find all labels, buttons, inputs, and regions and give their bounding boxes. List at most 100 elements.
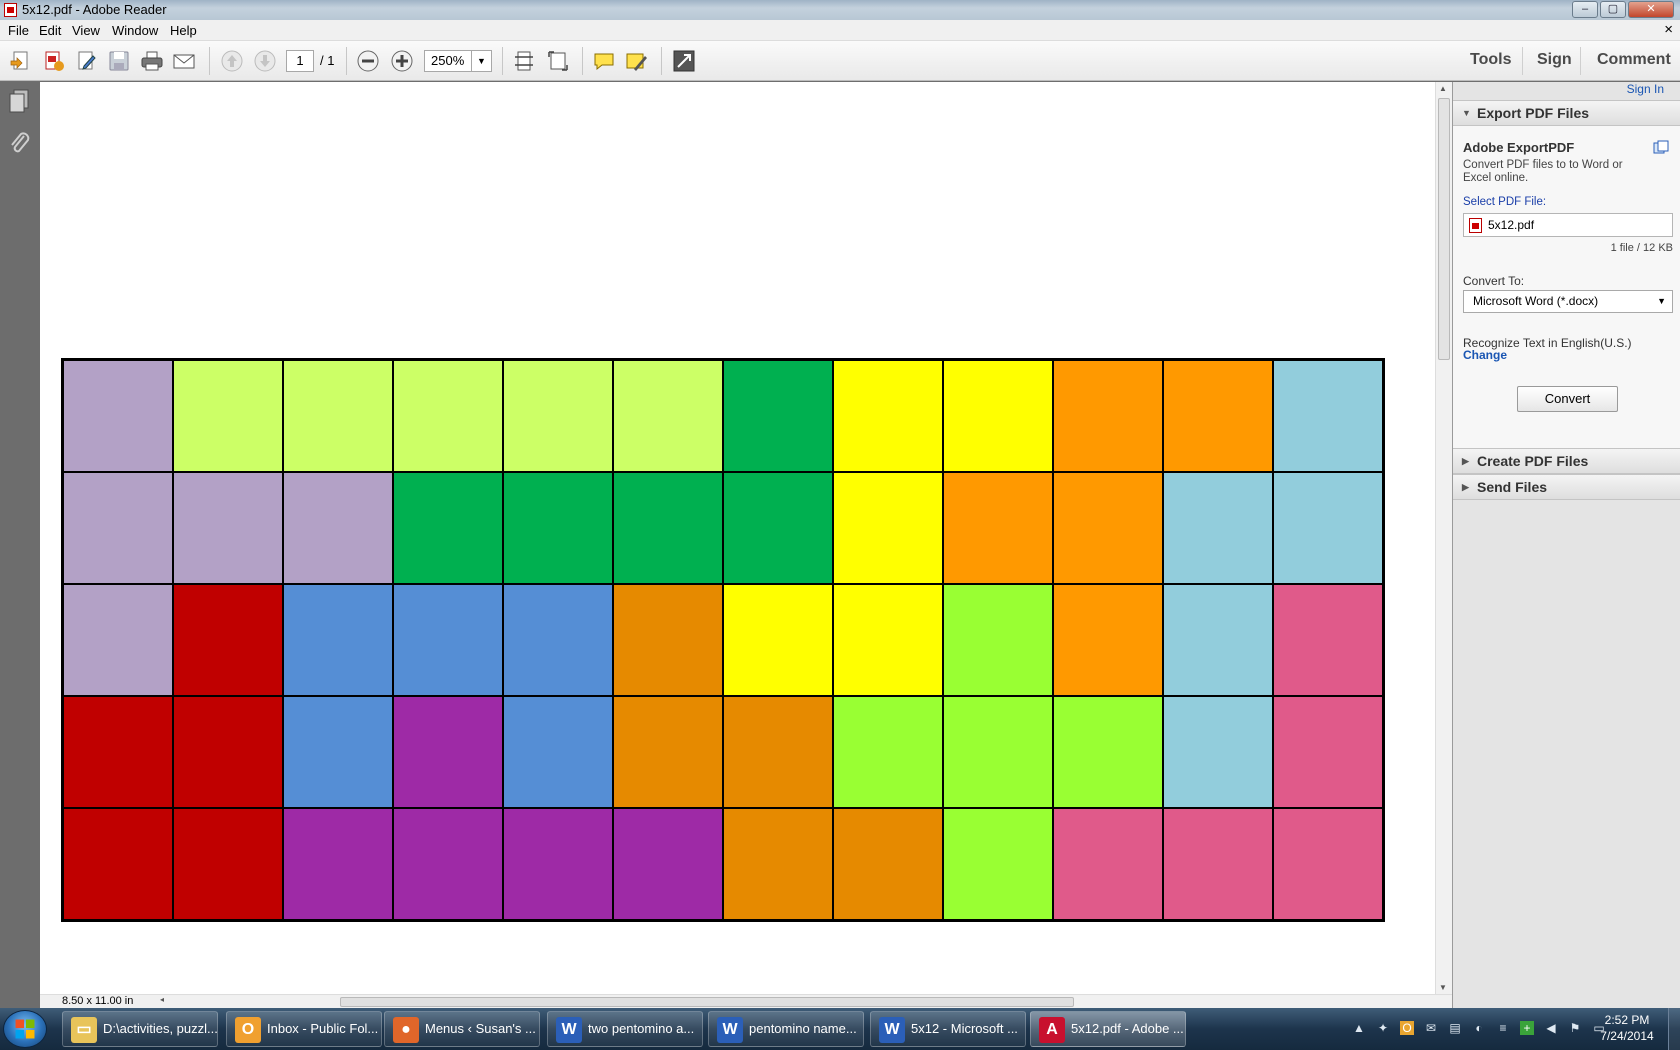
grid-cell bbox=[943, 808, 1053, 920]
scroll-up-arrow-icon[interactable]: ▲ bbox=[1439, 84, 1447, 93]
taskbar-button[interactable]: Wtwo pentomino a... bbox=[547, 1011, 703, 1047]
grid-cell bbox=[1273, 360, 1383, 472]
zoom-level-select[interactable]: 250% ▼ bbox=[424, 50, 492, 72]
create-pdf-icon[interactable] bbox=[9, 49, 33, 73]
export-pdf-description: Convert PDF files to to Word or Excel on… bbox=[1463, 159, 1623, 184]
start-button[interactable] bbox=[3, 1010, 47, 1048]
comment-icon[interactable] bbox=[592, 49, 616, 73]
menu-view[interactable]: View bbox=[72, 23, 100, 38]
toolbar-separator bbox=[1522, 47, 1523, 75]
tray-action-center-icon[interactable]: ⚑ bbox=[1568, 1021, 1582, 1035]
next-page-icon[interactable] bbox=[253, 49, 277, 73]
tray-network-icon[interactable]: ▲ bbox=[1352, 1021, 1366, 1035]
previous-page-icon[interactable] bbox=[220, 49, 244, 73]
taskbar-button[interactable]: Wpentomino name... bbox=[708, 1011, 864, 1047]
edit-document-icon[interactable] bbox=[75, 49, 99, 73]
grid-cell bbox=[503, 584, 613, 696]
horizontal-scrollbar[interactable]: ◂ ▸ bbox=[160, 995, 1472, 1008]
grid-cell bbox=[613, 696, 723, 808]
taskbar-button[interactable]: O Inbox - Public Fol... bbox=[226, 1011, 382, 1047]
tray-connection-icon[interactable]: ≡ bbox=[1496, 1021, 1510, 1035]
word-icon: W bbox=[717, 1017, 743, 1043]
show-desktop-button[interactable] bbox=[1668, 1008, 1680, 1050]
grid-cell bbox=[943, 360, 1053, 472]
save-icon[interactable] bbox=[107, 49, 131, 73]
clock-date: 7/24/2014 bbox=[1600, 1029, 1654, 1043]
tray-office-icon[interactable]: O bbox=[1400, 1021, 1414, 1035]
menu-help[interactable]: Help bbox=[170, 23, 197, 38]
grid-cell bbox=[943, 696, 1053, 808]
export-pdf-section-header[interactable]: ▼ Export PDF Files bbox=[1453, 100, 1680, 126]
print-icon[interactable] bbox=[140, 49, 164, 73]
send-files-section-header[interactable]: ▶ Send Files bbox=[1453, 474, 1680, 500]
grid-cell bbox=[723, 696, 833, 808]
grid-cell bbox=[173, 584, 283, 696]
vertical-scroll-thumb[interactable] bbox=[1438, 98, 1450, 360]
fit-width-icon[interactable] bbox=[546, 49, 570, 73]
grid-cell bbox=[943, 472, 1053, 584]
convert-button[interactable]: Convert bbox=[1517, 386, 1618, 412]
grid-cell bbox=[1163, 808, 1273, 920]
grid-cell bbox=[833, 360, 943, 472]
taskbar-button[interactable]: ▭ D:\activities, puzzl... bbox=[62, 1011, 218, 1047]
grid-cell bbox=[613, 472, 723, 584]
menu-file[interactable]: File bbox=[8, 23, 29, 38]
page-size-label: 8.50 x 11.00 in bbox=[62, 995, 134, 1007]
taskbar-button-label: Inbox - Public Fol... bbox=[267, 1021, 379, 1036]
attachments-icon[interactable] bbox=[7, 130, 33, 158]
tools-pane-link[interactable]: Tools bbox=[1470, 51, 1511, 69]
tray-dropbox-icon[interactable]: ✦ bbox=[1376, 1021, 1390, 1035]
convert-format-select[interactable]: Microsoft Word (*.docx) ▼ bbox=[1463, 290, 1673, 313]
export-service-icon[interactable] bbox=[1653, 140, 1669, 156]
menu-window[interactable]: Window bbox=[112, 23, 158, 38]
system-clock[interactable]: 2:52 PM 7/24/2014 bbox=[1592, 1012, 1662, 1044]
taskbar-button-label: 5x12 - Microsoft ... bbox=[911, 1021, 1018, 1036]
close-button[interactable]: ✕ bbox=[1628, 1, 1674, 18]
scroll-left-arrow-icon[interactable]: ◂ bbox=[160, 995, 164, 1004]
highlight-text-icon[interactable] bbox=[625, 49, 649, 73]
grid-cell bbox=[283, 808, 393, 920]
zoom-in-icon[interactable] bbox=[390, 49, 414, 73]
grid-cell bbox=[63, 696, 173, 808]
scroll-down-arrow-icon[interactable]: ▼ bbox=[1439, 983, 1447, 992]
close-document-icon[interactable]: × bbox=[1664, 21, 1673, 38]
page-number-input[interactable]: 1 bbox=[286, 50, 314, 72]
grid-cell bbox=[283, 584, 393, 696]
tray-printer-icon[interactable]: ▤ bbox=[1448, 1021, 1462, 1035]
zoom-out-icon[interactable] bbox=[356, 49, 380, 73]
email-icon[interactable] bbox=[172, 49, 196, 73]
tray-sync-icon[interactable]: ✉ bbox=[1424, 1021, 1438, 1035]
export-pdf-section-title: Export PDF Files bbox=[1477, 105, 1590, 121]
grid-cell bbox=[393, 360, 503, 472]
export-pdf-icon[interactable] bbox=[42, 49, 66, 73]
grid-cell bbox=[1273, 696, 1383, 808]
page-thumbnails-icon[interactable] bbox=[7, 88, 33, 116]
sign-in-link[interactable]: Sign In bbox=[1627, 82, 1664, 96]
sign-pane-link[interactable]: Sign bbox=[1537, 51, 1572, 69]
create-pdf-section-title: Create PDF Files bbox=[1477, 453, 1589, 469]
vertical-scrollbar[interactable]: ▲ ▼ bbox=[1435, 82, 1452, 994]
expanded-triangle-icon: ▼ bbox=[1462, 108, 1471, 118]
change-language-link[interactable]: Change bbox=[1463, 348, 1507, 362]
horizontal-scroll-thumb[interactable] bbox=[340, 997, 1074, 1007]
grid-cell bbox=[173, 360, 283, 472]
taskbar-button[interactable]: A 5x12.pdf - Adobe ... bbox=[1030, 1011, 1186, 1047]
comment-pane-link[interactable]: Comment bbox=[1597, 51, 1671, 69]
grid-cell bbox=[393, 584, 503, 696]
taskbar-button[interactable]: W 5x12 - Microsoft ... bbox=[870, 1011, 1026, 1047]
tray-battery-icon[interactable]: + bbox=[1520, 1021, 1534, 1035]
send-files-section-title: Send Files bbox=[1477, 479, 1548, 495]
create-pdf-section-header[interactable]: ▶ Create PDF Files bbox=[1453, 448, 1680, 474]
grid-cell bbox=[283, 472, 393, 584]
selected-file-field[interactable]: 5x12.pdf bbox=[1463, 213, 1673, 237]
fit-page-icon[interactable] bbox=[512, 49, 536, 73]
menu-edit[interactable]: Edit bbox=[39, 23, 61, 38]
minimize-button[interactable]: – bbox=[1572, 1, 1598, 18]
full-screen-icon[interactable] bbox=[672, 49, 696, 73]
tray-volume-icon[interactable]: ◀ bbox=[1544, 1021, 1558, 1035]
grid-cell bbox=[1053, 808, 1163, 920]
tray-defender-icon[interactable]: ◐ bbox=[1472, 1021, 1486, 1035]
maximize-button[interactable]: ▢ bbox=[1600, 1, 1626, 18]
taskbar-button[interactable]: ● Menus ‹ Susan's ... bbox=[384, 1011, 540, 1047]
chevron-down-icon[interactable]: ▼ bbox=[471, 51, 491, 71]
